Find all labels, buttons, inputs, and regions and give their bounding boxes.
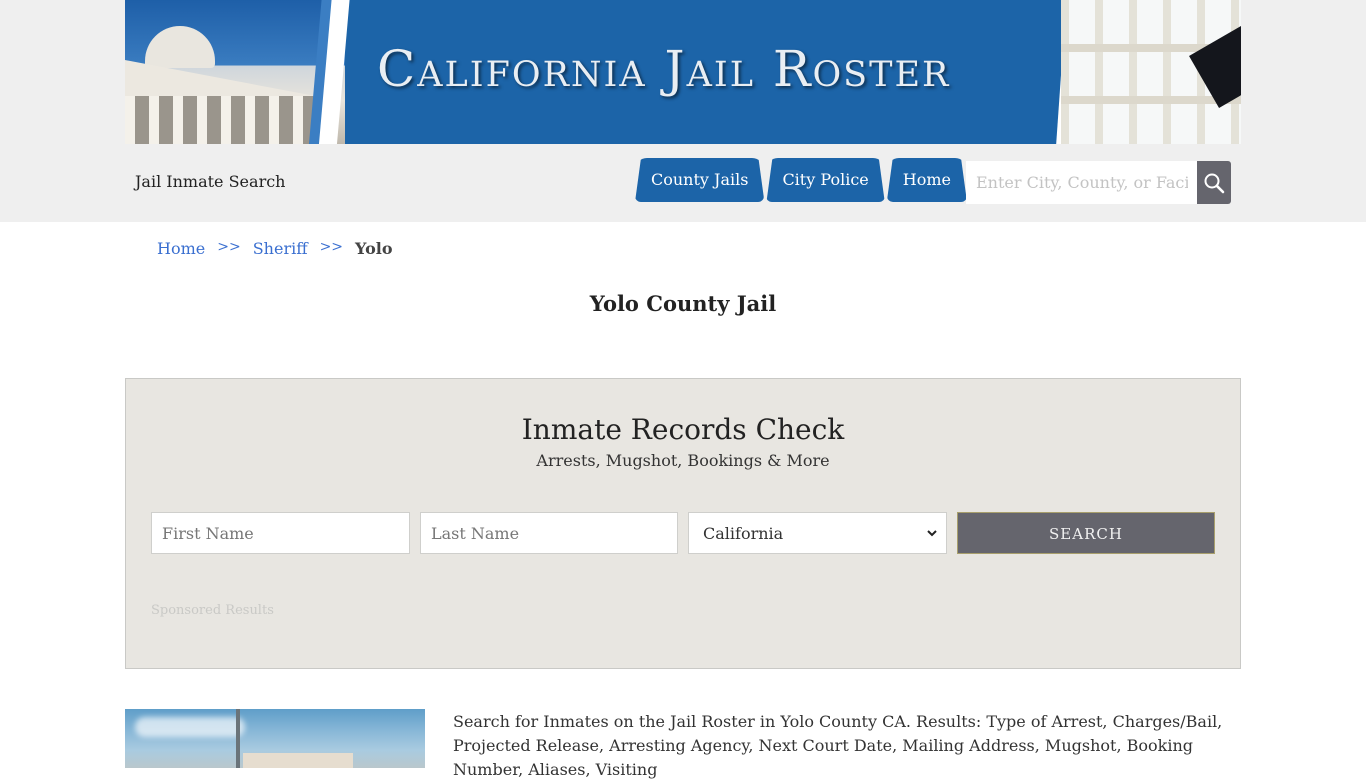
banner-title: California Jail Roster [377, 40, 951, 98]
first-name-input[interactable] [151, 512, 410, 554]
jail-cell-photo [1061, 0, 1241, 144]
photo-light-pole [236, 709, 240, 768]
inmate-records-panel: Inmate Records Check Arrests, Mugshot, B… [125, 378, 1241, 669]
magnifier-icon [1204, 173, 1225, 193]
records-heading: Inmate Records Check [521, 413, 845, 446]
capitol-columns [125, 96, 325, 144]
jail-facility-photo [125, 709, 425, 768]
photo-cloud [135, 717, 245, 737]
facility-description: Search for Inmates on the Jail Roster in… [453, 712, 1223, 779]
last-name-input[interactable] [420, 512, 678, 554]
nav-tab-city-police[interactable]: City Police [766, 158, 884, 202]
facility-search-button[interactable] [1197, 161, 1231, 204]
main-nav: County Jails City Police Home [635, 158, 969, 202]
sponsored-results-label: Sponsored Results [151, 603, 274, 618]
breadcrumb-home[interactable]: Home [157, 239, 205, 258]
breadcrumb-separator: >> [319, 239, 344, 255]
records-subheading: Arrests, Mugshot, Bookings & More [536, 451, 830, 470]
state-select[interactable]: California [688, 512, 947, 554]
capitol-pediment [125, 60, 315, 96]
chevron-down-icon [927, 530, 937, 537]
page-title: Yolo County Jail [589, 291, 777, 316]
search-button[interactable]: SEARCH [957, 512, 1215, 554]
breadcrumb: Home >> Sheriff >> Yolo [157, 239, 393, 258]
facility-search-input[interactable] [966, 161, 1198, 204]
breadcrumb-current: Yolo [355, 239, 393, 258]
state-select-value: California [703, 523, 784, 543]
breadcrumb-separator: >> [217, 239, 241, 255]
photo-building [243, 753, 353, 768]
nav-tab-county-jails[interactable]: County Jails [635, 158, 764, 202]
site-label: Jail Inmate Search [135, 172, 286, 191]
site-banner[interactable]: California Jail Roster [125, 0, 1241, 144]
nav-tab-home[interactable]: Home [887, 158, 967, 202]
breadcrumb-sheriff[interactable]: Sheriff [253, 239, 308, 258]
